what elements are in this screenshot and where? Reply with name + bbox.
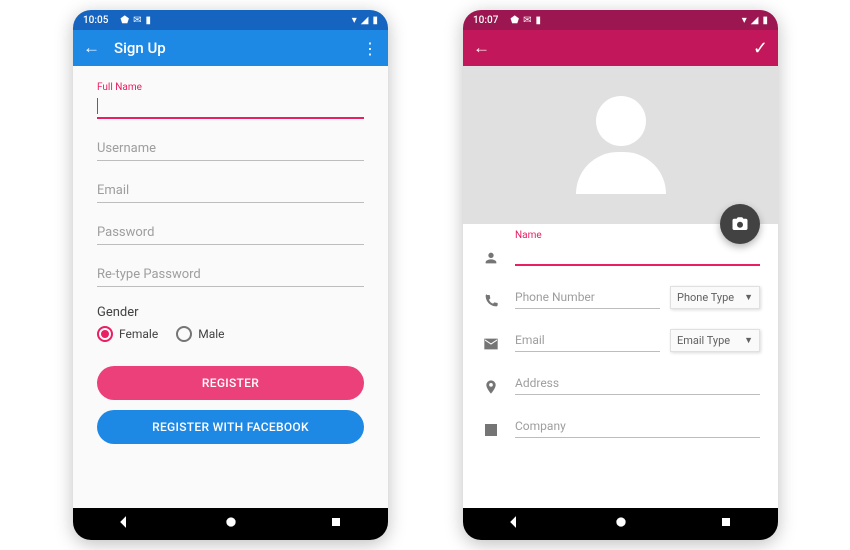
email-input[interactable]: [97, 179, 364, 203]
register-facebook-button[interactable]: REGISTER WITH FACEBOOK: [97, 410, 364, 444]
nav-bar: [73, 508, 388, 540]
name-input[interactable]: [515, 242, 760, 266]
wifi-icon: ▾: [352, 15, 357, 26]
password-input[interactable]: [97, 221, 364, 245]
password-field[interactable]: [97, 221, 364, 245]
retype-password-field[interactable]: [97, 263, 364, 287]
text-cursor: [97, 98, 98, 114]
card-icon: ▮: [145, 15, 151, 26]
nav-home-icon[interactable]: [224, 515, 238, 533]
battery-icon: ▮: [372, 15, 378, 26]
wifi-icon: ▾: [742, 15, 747, 26]
email-type-label: Email Type: [677, 334, 730, 347]
card-icon: ▮: [535, 15, 541, 26]
nav-back-icon[interactable]: [119, 515, 133, 533]
email-field[interactable]: [97, 179, 364, 203]
app-bar: ← ✓: [463, 30, 778, 66]
confirm-icon[interactable]: ✓: [753, 38, 768, 59]
location-icon: [481, 379, 501, 395]
contact-form: Name Phone Type ▼ E: [463, 224, 778, 438]
back-icon[interactable]: ←: [83, 38, 100, 58]
mail-icon: ✉: [133, 15, 141, 26]
company-input[interactable]: [515, 415, 760, 438]
female-radio[interactable]: Female: [97, 326, 158, 342]
phone-row: Phone Type ▼: [481, 286, 760, 309]
person-icon: [481, 250, 501, 266]
username-field[interactable]: [97, 137, 364, 161]
shield-icon: ⬟: [510, 15, 519, 26]
shield-icon: ⬟: [120, 15, 129, 26]
address-row: [481, 372, 760, 395]
status-time: 10:07: [473, 15, 498, 26]
status-time: 10:05: [83, 15, 108, 26]
phone-input[interactable]: [515, 286, 660, 309]
status-bar: 10:07 ⬟ ✉ ▮ ▾ ◢ ▮: [463, 10, 778, 30]
phone-type-dropdown[interactable]: Phone Type ▼: [670, 286, 760, 309]
status-bar: 10:05 ⬟ ✉ ▮ ▾ ◢ ▮: [73, 10, 388, 30]
company-icon: [481, 422, 501, 438]
nav-bar: [463, 508, 778, 540]
contact-screen: 10:07 ⬟ ✉ ▮ ▾ ◢ ▮ ← ✓ Name: [463, 10, 778, 540]
phone-type-label: Phone Type: [677, 291, 734, 304]
app-bar: ← Sign Up ⋮: [73, 30, 388, 66]
camera-fab[interactable]: [720, 204, 760, 244]
nav-home-icon[interactable]: [614, 515, 628, 533]
avatar-placeholder-icon: [576, 96, 666, 194]
name-label: Name: [515, 230, 542, 241]
nav-recent-icon[interactable]: [720, 516, 732, 532]
chevron-down-icon: ▼: [744, 292, 753, 303]
email-icon: [481, 336, 501, 352]
contact-form-content: Name Phone Type ▼ E: [463, 66, 778, 508]
phone-icon: [481, 293, 501, 309]
gender-radio-group: Female Male: [97, 326, 364, 342]
radio-icon: [176, 326, 192, 342]
contact-photo-area: [463, 66, 778, 224]
radio-icon: [97, 326, 113, 342]
chevron-down-icon: ▼: [744, 335, 753, 346]
email-type-dropdown[interactable]: Email Type ▼: [670, 329, 760, 352]
male-label: Male: [198, 327, 224, 341]
company-row: [481, 415, 760, 438]
signal-icon: ◢: [751, 15, 759, 26]
fullname-field[interactable]: Full Name: [97, 94, 364, 119]
address-input[interactable]: [515, 372, 760, 395]
female-label: Female: [119, 327, 158, 341]
signup-form: Full Name Gender Female Male REGI: [73, 66, 388, 508]
fullname-label: Full Name: [97, 82, 142, 93]
camera-icon: [731, 215, 749, 233]
fullname-input[interactable]: [97, 94, 364, 119]
more-icon[interactable]: ⋮: [362, 39, 378, 58]
signal-icon: ◢: [361, 15, 369, 26]
register-button[interactable]: REGISTER: [97, 366, 364, 400]
username-input[interactable]: [97, 137, 364, 161]
app-bar-title: Sign Up: [114, 39, 166, 57]
retype-password-input[interactable]: [97, 263, 364, 287]
back-icon[interactable]: ←: [473, 38, 490, 58]
gender-label: Gender: [97, 305, 364, 320]
signup-screen: 10:05 ⬟ ✉ ▮ ▾ ◢ ▮ ← Sign Up ⋮ Full Name: [73, 10, 388, 540]
battery-icon: ▮: [762, 15, 768, 26]
name-row: Name: [481, 242, 760, 266]
male-radio[interactable]: Male: [176, 326, 224, 342]
email-row: Email Type ▼: [481, 329, 760, 352]
email-input[interactable]: [515, 329, 660, 352]
nav-back-icon[interactable]: [509, 515, 523, 533]
nav-recent-icon[interactable]: [330, 516, 342, 532]
mail-icon: ✉: [523, 15, 531, 26]
